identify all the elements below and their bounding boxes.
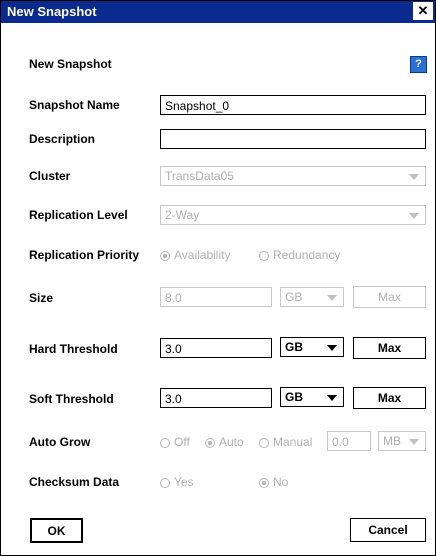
chevron-down-icon: [327, 395, 337, 401]
hard-threshold-input[interactable]: 3.0: [160, 338, 272, 358]
help-icon[interactable]: ?: [410, 56, 427, 73]
radio-empty-icon: [160, 478, 170, 488]
description-label: Description: [29, 132, 96, 146]
radio-redundancy-label: Redundancy: [273, 248, 341, 262]
snapshot-name-input[interactable]: Snapshot_0: [160, 95, 426, 115]
ok-button[interactable]: OK: [30, 518, 83, 543]
chevron-down-icon: [409, 439, 419, 445]
radio-yes-label: Yes: [174, 475, 194, 489]
radio-selected-icon: [205, 438, 215, 448]
radio-empty-icon: [160, 438, 170, 448]
cluster-label: Cluster: [29, 169, 71, 183]
size-unit-select: GB: [280, 287, 344, 307]
soft-threshold-label: Soft Threshold: [29, 392, 114, 406]
radio-selected-icon: [259, 478, 269, 488]
radio-availability-label: Availability: [174, 248, 231, 262]
close-icon[interactable]: ✕: [413, 2, 433, 20]
soft-threshold-unit-select[interactable]: GB: [280, 387, 344, 407]
title-bar[interactable]: New Snapshot ✕: [1, 1, 435, 23]
chevron-down-icon: [327, 345, 337, 351]
new-snapshot-dialog: New Snapshot ✕ New Snapshot ? Snapshot N…: [0, 0, 436, 556]
radio-empty-icon: [259, 251, 269, 261]
radio-auto: Auto: [205, 435, 244, 449]
radio-availability: Availability: [160, 248, 230, 262]
size-max-button: Max: [353, 286, 426, 308]
radio-manual-label: Manual: [273, 435, 313, 449]
radio-off: Off: [160, 435, 190, 449]
replication-priority-label: Replication Priority: [29, 248, 140, 262]
radio-no-label: No: [273, 475, 289, 489]
radio-off-label: Off: [174, 435, 190, 449]
snapshot-name-label: Snapshot Name: [29, 98, 120, 112]
radio-empty-icon: [259, 438, 269, 448]
radio-redundancy: Redundancy: [259, 248, 340, 262]
radio-no: No: [259, 475, 288, 489]
soft-threshold-unit-value: GB: [285, 390, 303, 404]
cluster-select: TransData05: [160, 166, 426, 186]
ok-button-label: OK: [47, 524, 66, 538]
auto-grow-label: Auto Grow: [29, 435, 91, 449]
dialog-heading: New Snapshot: [29, 57, 112, 71]
chevron-down-icon: [409, 174, 419, 180]
hard-threshold-label: Hard Threshold: [29, 342, 118, 356]
window-title: New Snapshot: [7, 4, 97, 19]
replication-level-select: 2-Way: [160, 205, 426, 225]
chevron-down-icon: [327, 295, 337, 301]
hard-threshold-max-button[interactable]: Max: [353, 337, 426, 359]
radio-auto-label: Auto: [219, 435, 244, 449]
replication-level-value: 2-Way: [165, 208, 200, 222]
radio-selected-icon: [160, 251, 170, 261]
size-unit-value: GB: [285, 290, 303, 304]
hard-threshold-unit-select[interactable]: GB: [280, 337, 344, 357]
size-input: 8.0: [160, 287, 272, 307]
radio-yes: Yes: [160, 475, 194, 489]
manual-grow-unit-value: MB: [383, 434, 401, 448]
hard-threshold-unit-value: GB: [285, 340, 303, 354]
checksum-data-label: Checksum Data: [29, 475, 120, 489]
manual-grow-input: 0.0: [327, 431, 371, 451]
manual-grow-unit-select: MB: [378, 431, 426, 451]
chevron-down-icon: [409, 213, 419, 219]
size-label: Size: [29, 291, 54, 305]
soft-threshold-max-button[interactable]: Max: [353, 387, 426, 409]
radio-manual: Manual: [259, 435, 312, 449]
cancel-button[interactable]: Cancel: [350, 518, 426, 542]
soft-threshold-input[interactable]: 3.0: [160, 388, 272, 408]
replication-level-label: Replication Level: [29, 208, 128, 222]
cluster-value: TransData05: [165, 169, 234, 183]
description-input[interactable]: [160, 129, 426, 149]
